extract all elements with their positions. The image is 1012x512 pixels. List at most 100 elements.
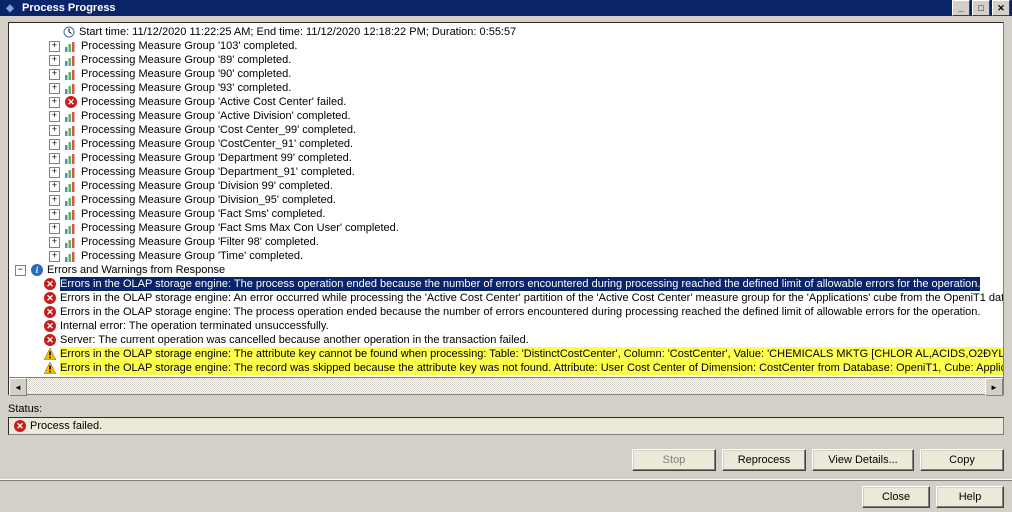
app-icon: ◆: [2, 0, 18, 16]
message-row[interactable]: ✕Errors in the OLAP storage engine: The …: [9, 305, 1003, 319]
expand-toggle[interactable]: +: [49, 209, 60, 220]
error-icon: ✕: [64, 95, 78, 109]
row-text: Processing Measure Group 'Time' complete…: [81, 249, 303, 263]
expand-toggle[interactable]: +: [49, 181, 60, 192]
error-icon: ✕: [43, 291, 57, 305]
row-text: Processing Measure Group 'Cost Center_99…: [81, 123, 356, 137]
timing-text: Start time: 11/12/2020 11:22:25 AM; End …: [79, 25, 516, 39]
tree-row[interactable]: + Processing Measure Group '103' complete…: [9, 39, 1003, 53]
chart-icon: [64, 39, 78, 53]
horizontal-scrollbar[interactable]: ◄ ►: [8, 378, 1004, 395]
message-row[interactable]: Errors in the OLAP storage engine: The a…: [9, 347, 1003, 361]
message-row[interactable]: ✕Errors in the OLAP storage engine: The …: [9, 277, 1003, 291]
row-text: Processing Measure Group 'Division_95' c…: [81, 193, 336, 207]
expand-toggle[interactable]: +: [49, 83, 60, 94]
error-icon: ✕: [43, 319, 57, 333]
expand-toggle[interactable]: +: [49, 237, 60, 248]
reprocess-button[interactable]: Reprocess: [722, 449, 806, 471]
scroll-left-button[interactable]: ◄: [9, 378, 27, 396]
row-text: Processing Measure Group 'Fact Sms' comp…: [81, 207, 325, 221]
tree-row[interactable]: + Processing Measure Group 'Department_91…: [9, 165, 1003, 179]
expand-toggle[interactable]: +: [49, 139, 60, 150]
chart-icon: [64, 53, 78, 67]
row-text: Processing Measure Group 'Filter 98' com…: [81, 235, 319, 249]
expand-toggle[interactable]: +: [49, 167, 60, 178]
minimize-button[interactable]: _: [952, 0, 970, 16]
tree-row[interactable]: +✕Processing Measure Group 'Active Cost …: [9, 95, 1003, 109]
expand-toggle[interactable]: +: [49, 125, 60, 136]
close-window-button[interactable]: ✕: [992, 0, 1010, 16]
chart-icon: [64, 207, 78, 221]
row-text: Processing Measure Group 'CostCenter_91'…: [81, 137, 353, 151]
expand-toggle[interactable]: +: [49, 223, 60, 234]
tree-row[interactable]: +Processing Measure Group 'Active Divisi…: [9, 109, 1003, 123]
tree-row[interactable]: +Processing Measure Group 'Division 99' …: [9, 179, 1003, 193]
tree-row[interactable]: + Processing Measure Group 'CostCenter_91…: [9, 137, 1003, 151]
chart-icon: [64, 249, 78, 263]
row-text: Processing Measure Group '103' completed…: [81, 39, 297, 53]
scroll-right-button[interactable]: ►: [985, 378, 1003, 396]
error-icon: ✕: [43, 305, 57, 319]
window-controls: _ □ ✕: [950, 0, 1010, 16]
tree-row[interactable]: + Processing Measure Group 'Fact Sms Max …: [9, 221, 1003, 235]
scroll-track[interactable]: [27, 378, 985, 394]
message-text: Errors in the OLAP storage engine: An er…: [60, 291, 1004, 305]
row-text: Processing Measure Group 'Department 99'…: [81, 151, 352, 165]
window-title: Process Progress: [22, 2, 950, 14]
copy-button[interactable]: Copy: [920, 449, 1004, 471]
message-text: Server: The current operation was cancel…: [60, 333, 529, 347]
expand-toggle[interactable]: +: [49, 97, 60, 108]
tree-row[interactable]: + Processing Measure Group 'Division_95' …: [9, 193, 1003, 207]
titlebar[interactable]: ◆ Process Progress _ □ ✕: [0, 0, 1012, 16]
message-row[interactable]: ✕Server: The current operation was cance…: [9, 333, 1003, 347]
row-text: Processing Measure Group 'Fact Sms Max C…: [81, 221, 399, 235]
warning-icon: [43, 347, 57, 361]
chart-icon: [64, 179, 78, 193]
tree-row[interactable]: + Processing Measure Group 'Filter 98' co…: [9, 235, 1003, 249]
view-details-button[interactable]: View Details...: [812, 449, 914, 471]
bottom-bar: Close Help: [0, 479, 1012, 512]
message-text: Errors in the OLAP storage engine: The r…: [60, 361, 1004, 375]
tree-row[interactable]: + Processing Measure Group '89' completed…: [9, 53, 1003, 67]
maximize-button[interactable]: □: [972, 0, 990, 16]
chart-icon: [64, 123, 78, 137]
progress-tree[interactable]: Start time: 11/12/2020 11:22:25 AM; End …: [8, 22, 1004, 378]
clock-icon: [62, 25, 76, 39]
message-text: Errors in the OLAP storage engine: The p…: [60, 305, 980, 319]
expand-toggle[interactable]: +: [49, 251, 60, 262]
message-row[interactable]: ✕Internal error: The operation terminate…: [9, 319, 1003, 333]
timing-row[interactable]: Start time: 11/12/2020 11:22:25 AM; End …: [9, 25, 1003, 39]
tree-row[interactable]: + Processing Measure Group 'Fact Sms' com…: [9, 207, 1003, 221]
expand-toggle[interactable]: +: [49, 41, 60, 52]
warnings-header-text: Errors and Warnings from Response: [47, 263, 225, 277]
warnings-header-row[interactable]: −iErrors and Warnings from Response: [9, 263, 1003, 277]
process-progress-window: ◆ Process Progress _ □ ✕ Start time: 11/…: [0, 0, 1012, 512]
expand-toggle[interactable]: +: [49, 111, 60, 122]
collapse-toggle[interactable]: −: [15, 265, 26, 276]
expand-toggle[interactable]: +: [49, 153, 60, 164]
error-icon: ✕: [43, 277, 57, 291]
tree-row[interactable]: + Processing Measure Group '90' completed…: [9, 67, 1003, 81]
chart-icon: [64, 221, 78, 235]
tree-row[interactable]: +Processing Measure Group '93' completed…: [9, 81, 1003, 95]
message-text: Errors in the OLAP storage engine: The a…: [60, 347, 1004, 361]
status-box: ✕ Process failed.: [8, 417, 1004, 435]
expand-toggle[interactable]: +: [49, 195, 60, 206]
message-row[interactable]: ✕Errors in the OLAP storage engine: An e…: [9, 291, 1003, 305]
chart-icon: [64, 151, 78, 165]
tree-row[interactable]: + Processing Measure Group 'Time' complet…: [9, 249, 1003, 263]
close-button[interactable]: Close: [862, 486, 930, 508]
chart-icon: [64, 109, 78, 123]
expand-toggle[interactable]: +: [49, 69, 60, 80]
chart-icon: [64, 67, 78, 81]
tree-row[interactable]: + Processing Measure Group 'Department 99…: [9, 151, 1003, 165]
error-icon: ✕: [13, 419, 27, 433]
row-text: Processing Measure Group 'Department_91'…: [81, 165, 355, 179]
help-button[interactable]: Help: [936, 486, 1004, 508]
row-text: Processing Measure Group '90' completed.: [81, 67, 291, 81]
tree-row[interactable]: + Processing Measure Group 'Cost Center_9…: [9, 123, 1003, 137]
row-text: Processing Measure Group '89' completed.: [81, 53, 291, 67]
message-row[interactable]: Errors in the OLAP storage engine: The r…: [9, 361, 1003, 375]
chart-icon: [64, 165, 78, 179]
expand-toggle[interactable]: +: [49, 55, 60, 66]
